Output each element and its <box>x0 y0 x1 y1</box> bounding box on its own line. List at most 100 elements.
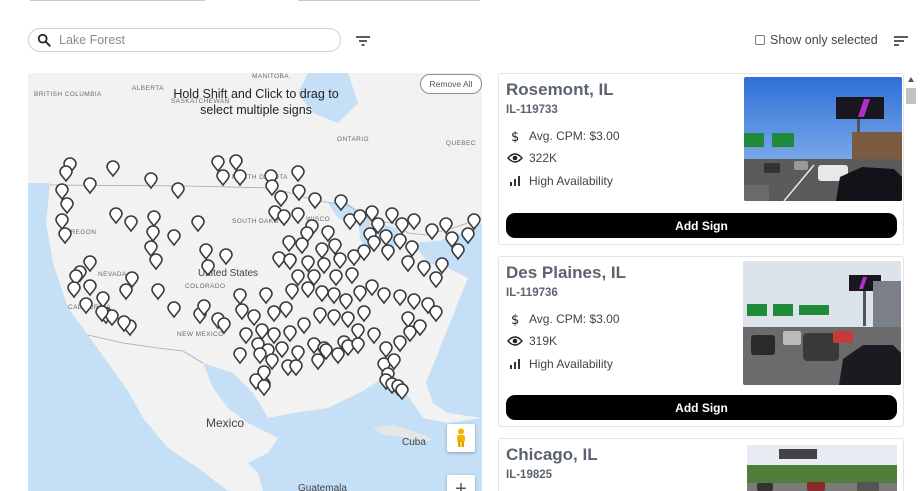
map-pin-icon[interactable] <box>191 215 205 233</box>
map-pin-icon[interactable] <box>283 325 297 343</box>
map-pin-icon[interactable] <box>328 238 342 256</box>
map-pin-icon[interactable] <box>282 235 296 253</box>
scrollbar-thumb[interactable] <box>906 88 916 104</box>
filter-icon[interactable] <box>354 33 372 49</box>
map-pin-icon[interactable] <box>255 323 269 341</box>
map-pin-icon[interactable] <box>259 287 273 305</box>
map-pin-icon[interactable] <box>291 165 305 183</box>
map-pin-icon[interactable] <box>285 283 299 301</box>
map-pin-icon[interactable] <box>217 317 231 335</box>
sign-card[interactable]: Rosemont, IL IL-119733 $ Avg. CPM: $3.00… <box>498 73 904 245</box>
map-pin-icon[interactable] <box>289 359 303 377</box>
map-pin-icon[interactable] <box>327 309 341 327</box>
map-pin-icon[interactable] <box>435 257 449 275</box>
map-pin-icon[interactable] <box>279 301 293 319</box>
map-pin-icon[interactable] <box>119 283 133 301</box>
map-pin-icon[interactable] <box>317 257 331 275</box>
map-pin-icon[interactable] <box>334 194 348 212</box>
map-pin-icon[interactable] <box>345 267 359 285</box>
map-pin-icon[interactable] <box>167 229 181 247</box>
map-pin-icon[interactable] <box>233 288 247 306</box>
map-pin-icon[interactable] <box>283 253 297 271</box>
map-pin-icon[interactable] <box>229 154 243 172</box>
map-pin-icon[interactable] <box>106 160 120 178</box>
map-pin-icon[interactable] <box>267 305 281 323</box>
map-pin-icon[interactable] <box>83 177 97 195</box>
map-pin-icon[interactable] <box>55 213 69 231</box>
map-pin-icon[interactable] <box>429 305 443 323</box>
map-pin-icon[interactable] <box>429 271 443 289</box>
map-pin-icon[interactable] <box>333 252 347 270</box>
map-pin-icon[interactable] <box>365 279 379 297</box>
sort-icon[interactable] <box>892 33 910 49</box>
map-pin-icon[interactable] <box>301 255 315 273</box>
add-sign-button[interactable]: Add Sign <box>506 395 897 420</box>
show-only-selected-checkbox[interactable] <box>755 35 765 45</box>
map-pin-icon[interactable] <box>321 225 335 243</box>
map-pin-icon[interactable] <box>233 347 247 365</box>
map-pin-icon[interactable] <box>315 285 329 303</box>
map-pin-icon[interactable] <box>167 301 181 319</box>
map-pin-icon[interactable] <box>331 347 345 365</box>
map-pin-icon[interactable] <box>301 281 315 299</box>
map-pin-icon[interactable] <box>297 317 311 335</box>
sign-photo[interactable] <box>743 261 901 385</box>
map-pin-icon[interactable] <box>308 192 322 210</box>
map-pin-icon[interactable] <box>467 213 481 231</box>
map-pin-icon[interactable] <box>83 279 97 297</box>
map-pin-icon[interactable] <box>357 305 371 323</box>
map-pin-icon[interactable] <box>199 243 213 261</box>
map-pin-icon[interactable] <box>147 210 161 228</box>
map-pin-icon[interactable] <box>247 309 261 327</box>
map-pin-icon[interactable] <box>201 259 215 277</box>
map-pin-icon[interactable] <box>124 215 138 233</box>
map-pin-icon[interactable] <box>327 287 341 305</box>
map-pin-icon[interactable] <box>275 341 289 359</box>
map-pin-icon[interactable] <box>60 197 74 215</box>
map-pin-icon[interactable] <box>379 229 393 247</box>
map-pin-icon[interactable] <box>351 337 365 355</box>
map-pin-icon[interactable] <box>393 233 407 251</box>
sign-photo[interactable] <box>747 445 897 491</box>
map-pin-icon[interactable] <box>267 327 281 345</box>
map-pin-icon[interactable] <box>439 217 453 235</box>
map-pin-icon[interactable] <box>67 281 81 299</box>
map-pin-icon[interactable] <box>405 240 419 258</box>
map-pin-icon[interactable] <box>341 311 355 329</box>
map-pin-icon[interactable] <box>291 269 305 287</box>
map-pin-icon[interactable] <box>239 327 253 345</box>
list-scrollbar[interactable] <box>904 75 918 491</box>
map-pin-icon[interactable] <box>274 190 288 208</box>
map-pin-icon[interactable] <box>425 223 439 241</box>
street-view-pegman[interactable] <box>447 424 475 452</box>
map-pin-icon[interactable] <box>144 172 158 190</box>
map-pin-icon[interactable] <box>146 225 160 243</box>
map-pin-icon[interactable] <box>401 255 415 273</box>
map-pin-icon[interactable] <box>96 291 110 309</box>
scroll-up-arrow-icon[interactable] <box>908 77 914 82</box>
map-pin-icon[interactable] <box>351 323 365 341</box>
map-pin-icon[interactable] <box>233 169 247 187</box>
map-pin-icon[interactable] <box>367 327 381 345</box>
map-pin-icon[interactable] <box>79 297 93 315</box>
map-pin-icon[interactable] <box>216 169 230 187</box>
map-pin-icon[interactable] <box>339 293 353 311</box>
map-pin-icon[interactable] <box>329 269 343 287</box>
sign-card[interactable]: Chicago, IL IL-19825 <box>498 438 904 491</box>
map-pin-icon[interactable] <box>313 307 327 325</box>
map-pin-icon[interactable] <box>395 217 409 235</box>
map-pin-icon[interactable] <box>272 251 286 269</box>
sign-photo[interactable] <box>744 77 902 201</box>
map-pin-icon[interactable] <box>291 345 305 363</box>
map-pin-icon[interactable] <box>381 244 395 262</box>
map-pin-icon[interactable] <box>149 253 163 271</box>
show-only-selected-toggle[interactable]: Show only selected <box>755 33 878 47</box>
sign-map[interactable]: BRITISH COLUMBIA ALBERTA MANITOBA SASKAT… <box>28 73 482 491</box>
map-pin-icon[interactable] <box>393 289 407 307</box>
map-pin-icon[interactable] <box>315 242 329 260</box>
map-pin-icon[interactable] <box>59 165 73 183</box>
map-pin-icon[interactable] <box>395 383 409 401</box>
map-pin-icon[interactable] <box>171 182 185 200</box>
zoom-in-button[interactable]: + <box>447 475 475 491</box>
map-pin-icon[interactable] <box>219 248 233 266</box>
